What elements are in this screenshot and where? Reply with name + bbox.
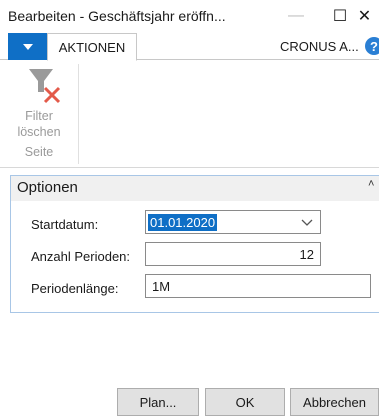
clear-filter-icon [29,69,61,104]
caret-down-icon [22,43,33,50]
start-date-field[interactable]: 01.01.2020 [145,210,321,234]
app-menu-button[interactable] [8,33,47,60]
clear-filter-button[interactable]: Filter löschen [0,66,78,148]
period-length-field[interactable]: 1M [145,274,371,298]
collapse-icon[interactable]: ˄ [368,178,374,190]
chevron-down-icon[interactable] [300,216,314,228]
start-date-value: 01.01.2020 [148,214,218,231]
ok-button[interactable]: OK [205,388,285,416]
options-fasttab: Optionen ˄ Startdatum: 01.01.2020 Anzahl… [10,175,379,313]
company-name[interactable]: CRONUS A... [280,39,359,54]
period-length-label: Periodenlänge: [31,281,119,296]
clear-filter-label-line1: Filter [25,109,53,123]
cancel-button[interactable]: Abbrechen [290,388,379,416]
ribbon-group-divider [78,64,79,164]
help-icon[interactable]: ? [365,37,379,55]
clear-filter-label: Filter löschen [0,108,78,140]
clear-filter-label-line2: löschen [17,125,61,139]
fasttab-title: Optionen [17,179,78,196]
fasttab-header[interactable]: Optionen ˄ [11,176,379,201]
title-bar: Bearbeiten - Geschäftsjahr eröffn... — ☐… [0,0,379,32]
start-date-label: Startdatum: [31,217,99,232]
ribbon-group-label: Seite [24,145,54,159]
window-title: Bearbeiten - Geschäftsjahr eröffn... [8,8,226,24]
periods-value: 12 [299,247,314,262]
plan-button[interactable]: Plan... [117,388,199,416]
tab-aktionen[interactable]: AKTIONEN [47,33,137,61]
period-length-value: 1M [152,279,171,294]
close-button[interactable]: ✕ [350,0,379,32]
periods-label: Anzahl Perioden: [31,249,131,264]
minimize-button[interactable]: — [274,0,318,32]
periods-field[interactable]: 12 [145,242,321,266]
